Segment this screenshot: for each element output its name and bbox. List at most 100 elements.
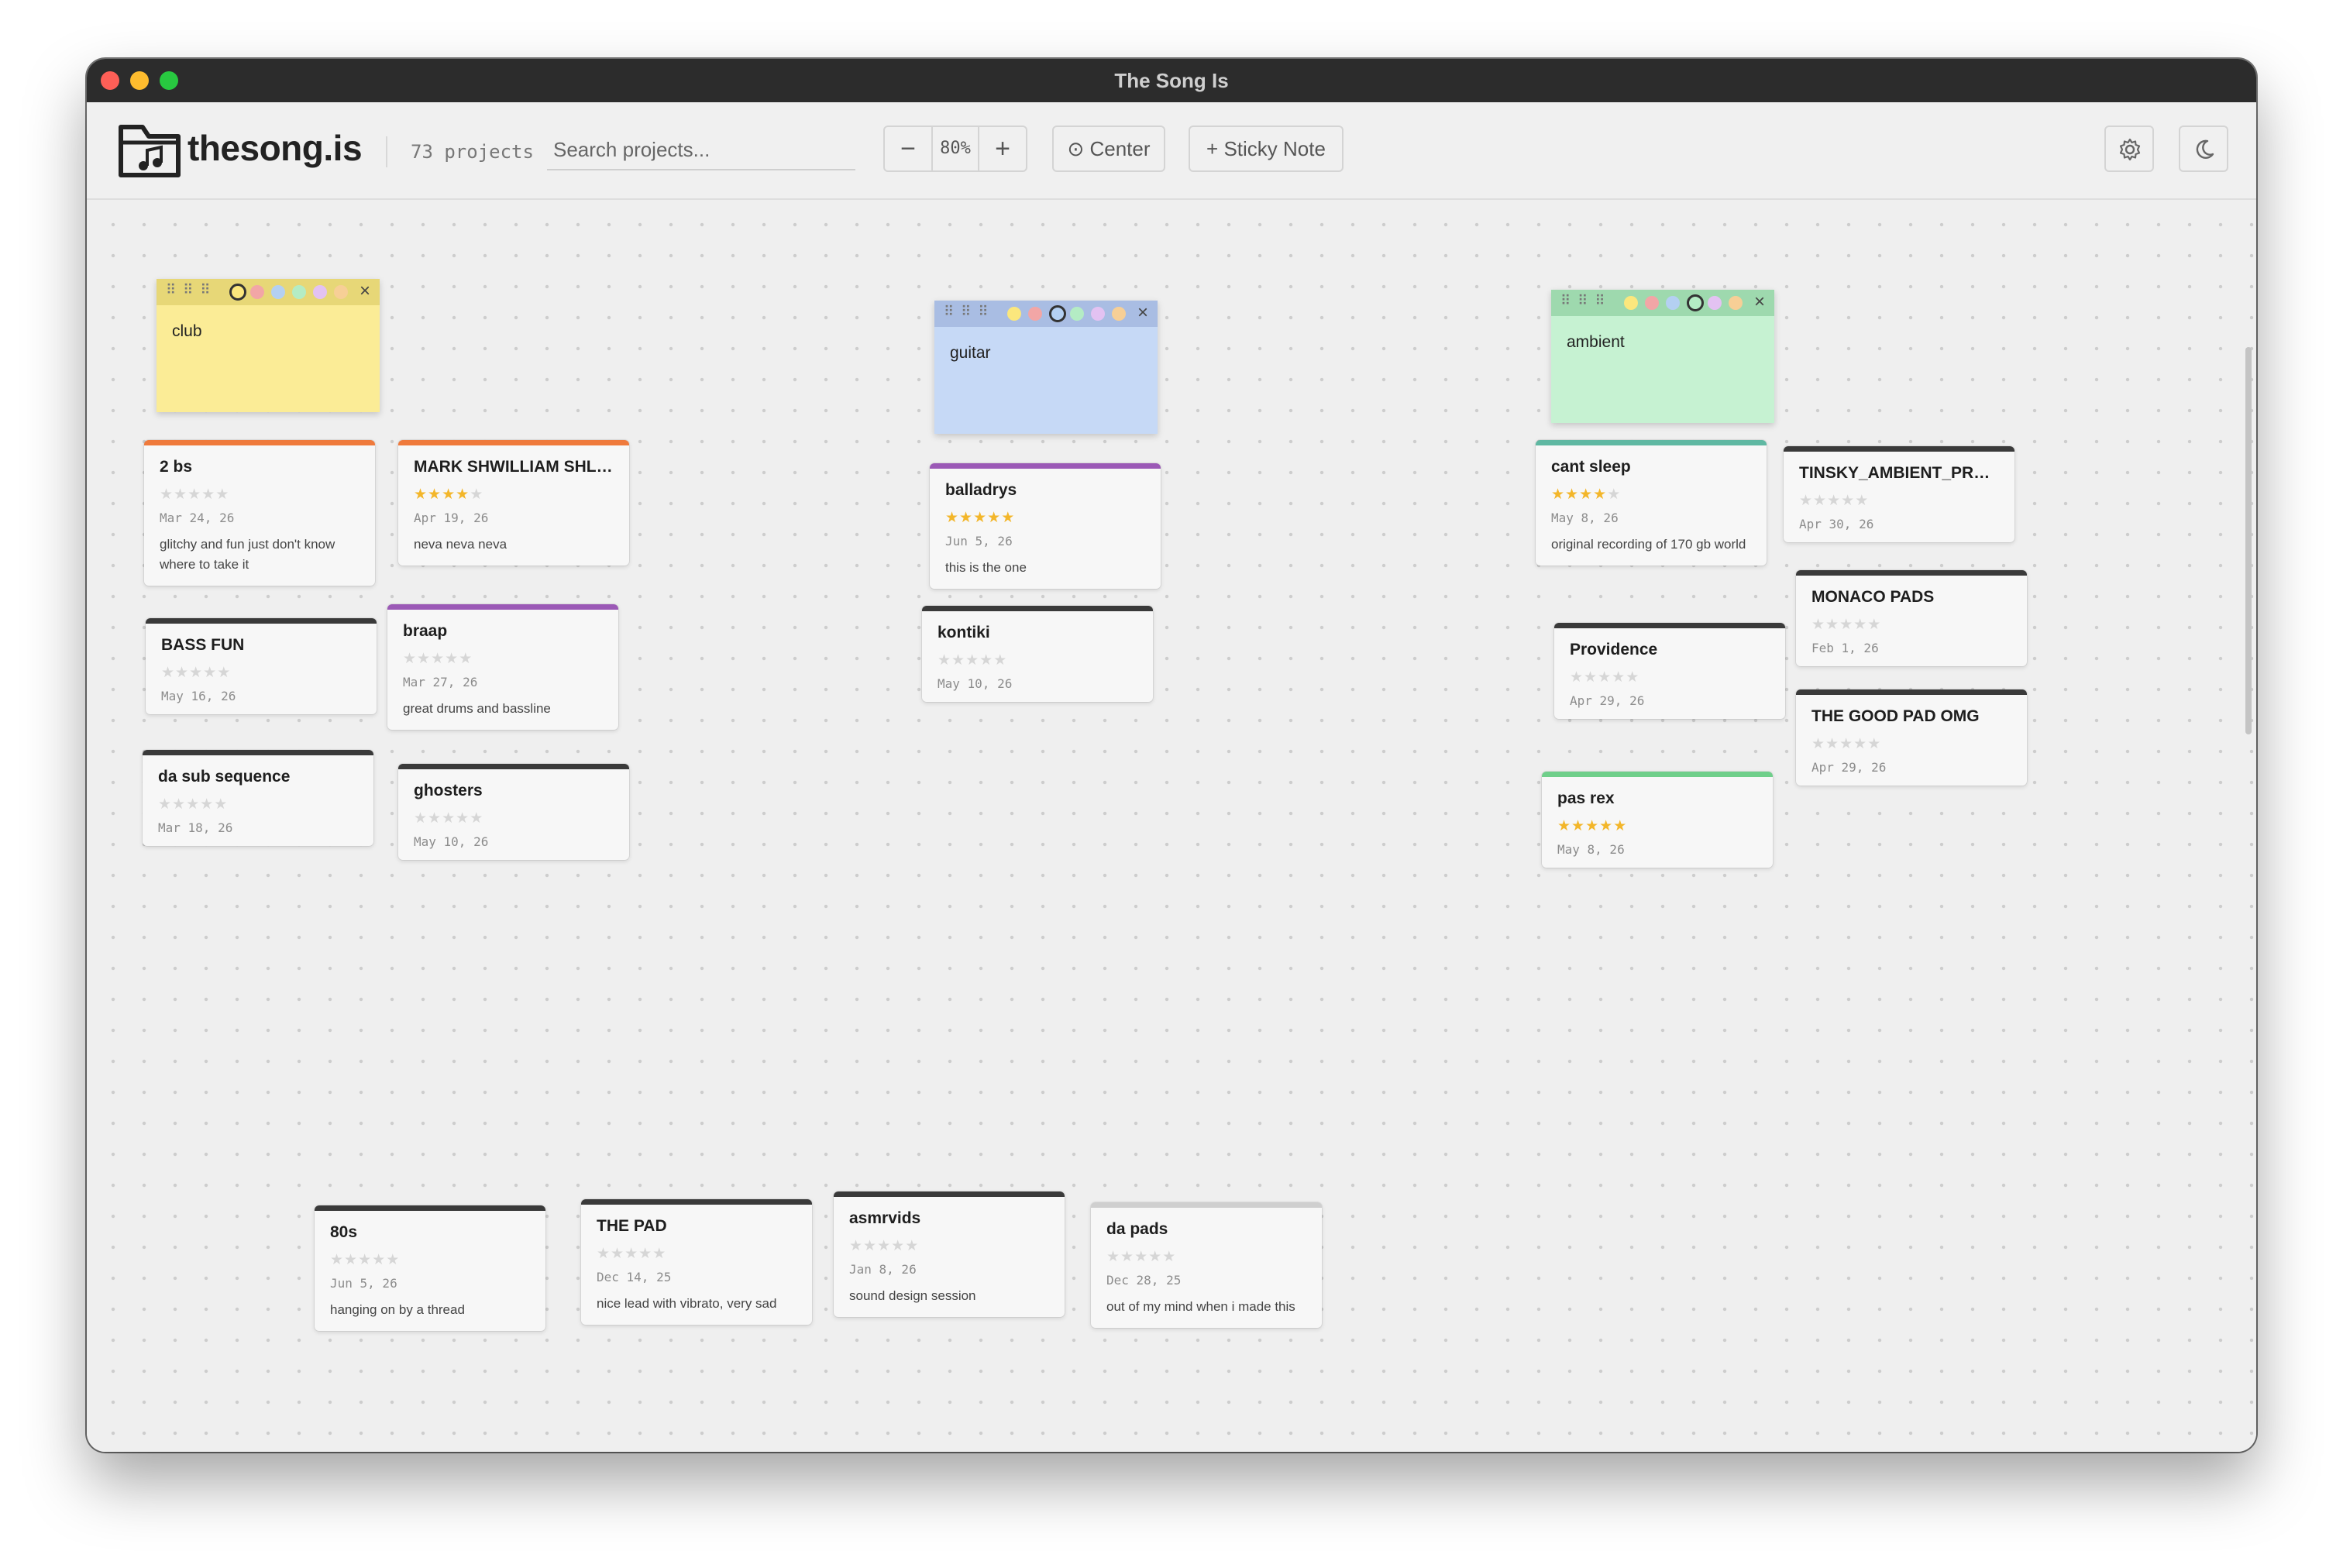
star-icon[interactable]: ★ <box>1853 617 1867 633</box>
star-icon[interactable]: ★ <box>652 1246 666 1262</box>
star-icon[interactable]: ★ <box>403 651 417 667</box>
color-swatch[interactable] <box>1070 307 1084 321</box>
sticky-text[interactable]: ambient <box>1567 333 1625 352</box>
star-icon[interactable]: ★ <box>161 665 175 681</box>
star-icon[interactable]: ★ <box>1585 818 1599 834</box>
rating-stars[interactable]: ★★★★★ <box>414 811 614 827</box>
rating-stars[interactable]: ★★★★★ <box>597 1246 796 1262</box>
star-icon[interactable]: ★ <box>891 1238 905 1254</box>
star-icon[interactable]: ★ <box>1593 487 1607 503</box>
star-icon[interactable]: ★ <box>442 810 456 827</box>
star-icon[interactable]: ★ <box>214 796 228 813</box>
star-icon[interactable]: ★ <box>1811 736 1825 752</box>
rating-stars[interactable]: ★★★★★ <box>1557 819 1757 834</box>
rating-stars[interactable]: ★★★★★ <box>945 511 1145 526</box>
star-icon[interactable]: ★ <box>1106 1249 1120 1265</box>
star-icon[interactable]: ★ <box>1120 1249 1134 1265</box>
close-icon[interactable]: × <box>360 280 370 302</box>
project-card[interactable]: braap ★★★★★ Mar 27, 26 great drums and bass… <box>387 604 618 730</box>
star-icon[interactable]: ★ <box>1813 493 1827 509</box>
project-card[interactable]: asmrvids ★★★★★ Jan 8, 26 sound design sessi… <box>834 1191 1065 1317</box>
rating-stars[interactable]: ★★★★★ <box>158 797 358 813</box>
star-icon[interactable]: ★ <box>951 652 965 669</box>
rating-stars[interactable]: ★★★★★ <box>1551 487 1751 503</box>
project-card[interactable]: BASS FUN ★★★★★ May 16, 26 <box>146 618 377 714</box>
project-card[interactable]: Providence ★★★★★ Apr 29, 26 <box>1554 623 1785 719</box>
star-icon[interactable]: ★ <box>1811 617 1825 633</box>
star-icon[interactable]: ★ <box>1855 493 1869 509</box>
star-icon[interactable]: ★ <box>456 487 470 503</box>
star-icon[interactable]: ★ <box>386 1252 400 1268</box>
vertical-scrollbar[interactable] <box>2245 347 2252 734</box>
star-icon[interactable]: ★ <box>174 487 188 503</box>
color-swatch[interactable] <box>1624 296 1638 310</box>
drag-handle-icon[interactable]: ⠿ ⠿ ⠿ <box>166 282 212 298</box>
star-icon[interactable]: ★ <box>973 510 987 526</box>
star-icon[interactable]: ★ <box>428 810 442 827</box>
project-card[interactable]: THE GOOD PAD OMG ★★★★★ Apr 29, 26 <box>1796 689 2027 786</box>
star-icon[interactable]: ★ <box>1570 669 1584 686</box>
star-icon[interactable]: ★ <box>200 796 214 813</box>
star-icon[interactable]: ★ <box>470 810 483 827</box>
star-icon[interactable]: ★ <box>877 1238 891 1254</box>
star-icon[interactable]: ★ <box>1867 617 1881 633</box>
star-icon[interactable]: ★ <box>638 1246 652 1262</box>
star-icon[interactable]: ★ <box>1825 736 1839 752</box>
star-icon[interactable]: ★ <box>597 1246 611 1262</box>
star-icon[interactable]: ★ <box>624 1246 638 1262</box>
rating-stars[interactable]: ★★★★★ <box>1811 617 2011 633</box>
project-card[interactable]: ghosters ★★★★★ May 10, 26 <box>398 764 629 860</box>
star-icon[interactable]: ★ <box>1001 510 1015 526</box>
color-swatch[interactable] <box>1049 305 1066 322</box>
star-icon[interactable]: ★ <box>1841 493 1855 509</box>
star-icon[interactable]: ★ <box>1799 493 1813 509</box>
star-icon[interactable]: ★ <box>442 487 456 503</box>
star-icon[interactable]: ★ <box>993 652 1007 669</box>
sticky-note[interactable]: ⠿ ⠿ ⠿ × ambient <box>1551 290 1774 423</box>
star-icon[interactable]: ★ <box>945 510 959 526</box>
sticky-note[interactable]: ⠿ ⠿ ⠿ × guitar <box>934 301 1158 434</box>
zoom-out-button[interactable]: − <box>885 127 933 170</box>
rating-stars[interactable]: ★★★★★ <box>330 1253 530 1268</box>
sticky-note[interactable]: ⠿ ⠿ ⠿ × club <box>157 279 380 412</box>
zoom-in-button[interactable]: + <box>978 127 1026 170</box>
project-card[interactable]: cant sleep ★★★★★ May 8, 26 original recordi… <box>1536 440 1767 566</box>
star-icon[interactable]: ★ <box>160 487 174 503</box>
color-swatch[interactable] <box>1645 296 1659 310</box>
star-icon[interactable]: ★ <box>158 796 172 813</box>
color-swatch[interactable] <box>1708 296 1722 310</box>
color-swatch[interactable] <box>1091 307 1105 321</box>
star-icon[interactable]: ★ <box>1148 1249 1162 1265</box>
star-icon[interactable]: ★ <box>431 651 445 667</box>
color-swatch[interactable] <box>250 285 264 299</box>
color-swatch[interactable] <box>1666 296 1680 310</box>
star-icon[interactable]: ★ <box>1551 487 1565 503</box>
star-icon[interactable]: ★ <box>1612 669 1626 686</box>
color-swatch[interactable] <box>313 285 327 299</box>
star-icon[interactable]: ★ <box>1825 617 1839 633</box>
star-icon[interactable]: ★ <box>1557 818 1571 834</box>
star-icon[interactable]: ★ <box>215 487 229 503</box>
center-button[interactable]: ⊙ Center <box>1052 126 1165 172</box>
star-icon[interactable]: ★ <box>414 487 428 503</box>
star-icon[interactable]: ★ <box>175 665 189 681</box>
add-sticky-note-button[interactable]: + Sticky Note <box>1189 126 1344 172</box>
star-icon[interactable]: ★ <box>188 487 201 503</box>
project-card[interactable]: TINSKY_AMBIENT_PRO... ★★★★★ Apr 30, 26 <box>1784 446 2014 542</box>
color-swatch[interactable] <box>271 285 285 299</box>
star-icon[interactable]: ★ <box>428 487 442 503</box>
project-card[interactable]: balladrys ★★★★★ Jun 5, 26 this is the one <box>930 463 1161 589</box>
star-icon[interactable]: ★ <box>189 665 203 681</box>
star-icon[interactable]: ★ <box>456 810 470 827</box>
star-icon[interactable]: ★ <box>1839 736 1853 752</box>
star-icon[interactable]: ★ <box>979 652 993 669</box>
star-icon[interactable]: ★ <box>1579 487 1593 503</box>
star-icon[interactable]: ★ <box>330 1252 344 1268</box>
sticky-text[interactable]: club <box>172 322 202 341</box>
star-icon[interactable]: ★ <box>459 651 473 667</box>
star-icon[interactable]: ★ <box>938 652 951 669</box>
star-icon[interactable]: ★ <box>203 665 217 681</box>
rating-stars[interactable]: ★★★★★ <box>1106 1250 1306 1265</box>
star-icon[interactable]: ★ <box>959 510 973 526</box>
star-icon[interactable]: ★ <box>1827 493 1841 509</box>
